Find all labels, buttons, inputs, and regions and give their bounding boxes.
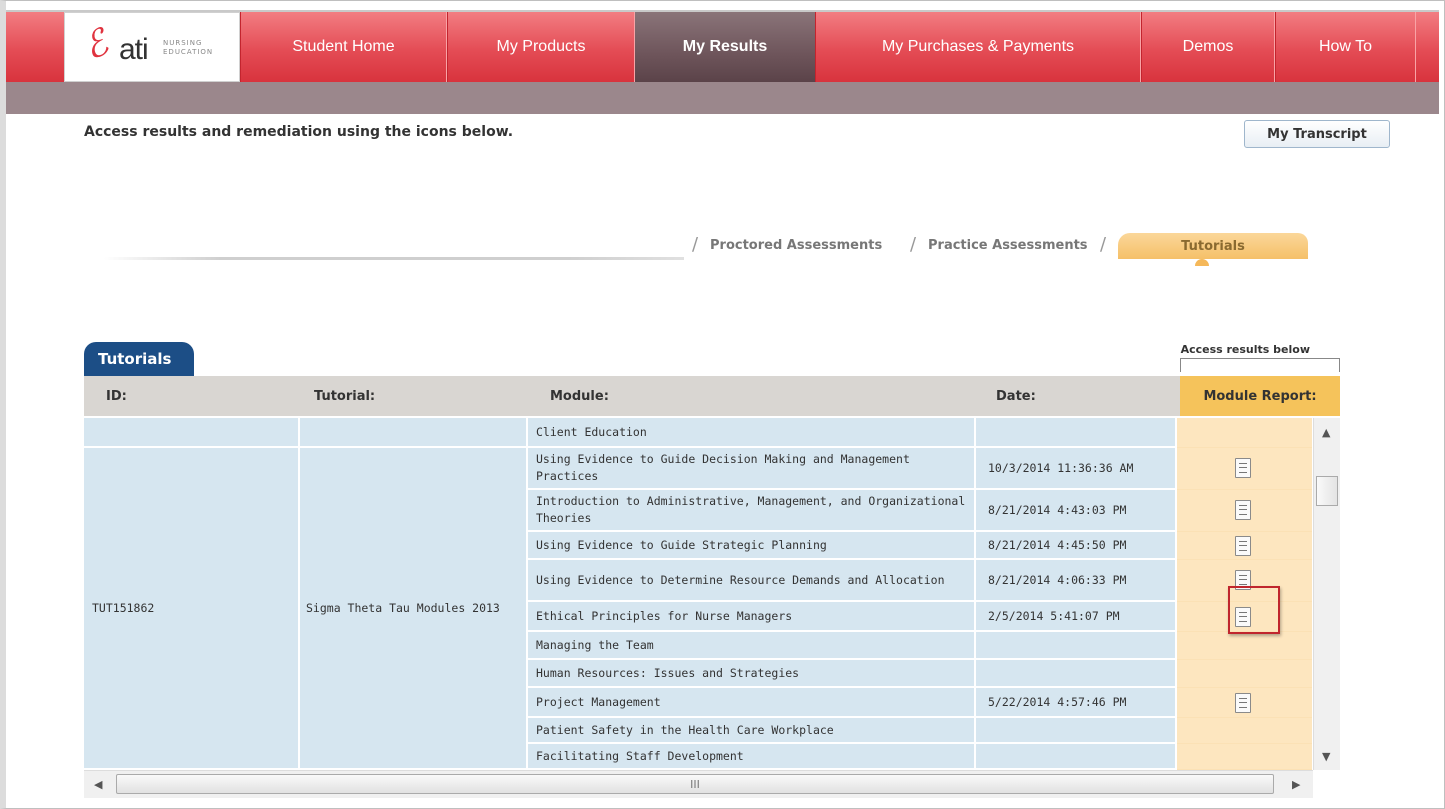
section-tab-tutorials: Tutorials — [84, 342, 194, 376]
tab-tutorials[interactable]: Tutorials — [1118, 233, 1308, 259]
tab-practice-assessments[interactable]: / Practice Assessments — [910, 232, 1088, 258]
module-report-icon[interactable] — [1235, 536, 1251, 556]
nav-demos[interactable]: Demos — [1141, 12, 1275, 82]
intro-text: Access results and remediation using the… — [84, 124, 514, 140]
access-results-note: Access results below — [1180, 343, 1310, 356]
scroll-up-icon[interactable]: ▲ — [1322, 426, 1330, 439]
nav-student-home[interactable]: Student Home — [240, 12, 447, 82]
nav-my-products[interactable]: My Products — [447, 12, 635, 82]
report-cell — [1177, 448, 1312, 490]
header-module-report: Module Report: — [1180, 376, 1340, 416]
module-cell: Using Evidence to Determine Resource Dem… — [528, 560, 976, 602]
horizontal-scroll-thumb[interactable]: III — [116, 774, 1274, 794]
date-cell: 5/22/2014 4:57:46 PM — [976, 688, 1177, 718]
module-cell: Using Evidence to Guide Strategic Planni… — [528, 532, 976, 560]
report-cell — [1177, 744, 1312, 770]
table-header: ID: Tutorial: Module: Date: Module Repor… — [84, 376, 1340, 416]
module-cell: Project Management — [528, 688, 976, 718]
date-cell — [976, 632, 1177, 660]
highlight-box — [1228, 586, 1280, 634]
scroll-left-icon[interactable]: ◀ — [94, 778, 102, 791]
module-cell: Human Resources: Issues and Strategies — [528, 660, 976, 688]
scroll-right-icon[interactable]: ▶ — [1292, 778, 1300, 791]
table-cell-id: TUT151862 — [84, 448, 300, 770]
table-cell-id-empty — [84, 418, 300, 448]
report-cell — [1177, 718, 1312, 744]
report-cell — [1177, 660, 1312, 688]
my-transcript-button[interactable]: My Transcript — [1244, 120, 1390, 148]
results-table-body: TUT151862 Sigma Theta Tau Modules 2013 C… — [84, 418, 1313, 770]
date-cell: 8/21/2014 4:43:03 PM — [976, 490, 1177, 532]
top-navigation: ℰ ati NURSING EDUCATION Student Home My … — [6, 10, 1439, 82]
nav-my-purchases-payments[interactable]: My Purchases & Payments — [815, 12, 1141, 82]
report-cell — [1177, 418, 1312, 448]
vertical-scrollbar[interactable]: ▲ ▼ — [1313, 418, 1340, 770]
date-cell — [976, 418, 1177, 448]
header-id: ID: — [106, 388, 127, 404]
sub-navigation-bar — [6, 82, 1439, 114]
date-cell — [976, 744, 1177, 770]
module-cell: Managing the Team — [528, 632, 976, 660]
header-date: Date: — [996, 388, 1036, 404]
active-tab-indicator — [1195, 259, 1209, 266]
module-report-icon[interactable] — [1235, 458, 1251, 478]
report-cell — [1177, 532, 1312, 560]
date-cell: 8/21/2014 4:45:50 PM — [976, 532, 1177, 560]
access-bracket — [1180, 358, 1340, 372]
tab-underline — [104, 257, 684, 260]
vertical-scroll-thumb[interactable] — [1316, 476, 1338, 506]
nav-my-results[interactable]: My Results — [635, 12, 815, 82]
module-report-icon[interactable] — [1235, 500, 1251, 520]
date-cell: 2/5/2014 5:41:07 PM — [976, 602, 1177, 632]
horizontal-scrollbar[interactable]: ◀ III ▶ — [84, 770, 1313, 798]
module-cell: Ethical Principles for Nurse Managers — [528, 602, 976, 632]
scroll-down-icon[interactable]: ▼ — [1322, 750, 1330, 763]
date-cell — [976, 718, 1177, 744]
report-cell — [1177, 490, 1312, 532]
header-tutorial: Tutorial: — [314, 388, 376, 404]
report-cell — [1177, 688, 1312, 718]
logo-swoosh-icon: ℰ — [77, 22, 115, 69]
table-cell-tutorial: Sigma Theta Tau Modules 2013 — [300, 448, 528, 770]
tab-proctored-assessments[interactable]: / Proctored Assessments — [692, 232, 882, 258]
tab-divider: / — [1100, 234, 1107, 255]
date-cell: 8/21/2014 4:06:33 PM — [976, 560, 1177, 602]
ati-logo[interactable]: ℰ ati NURSING EDUCATION — [64, 12, 240, 82]
header-module: Module: — [550, 388, 609, 404]
table-cell-tutorial-empty — [300, 418, 528, 448]
module-cell: Facilitating Staff Development — [528, 744, 976, 770]
date-cell — [976, 660, 1177, 688]
module-cell: Using Evidence to Guide Decision Making … — [528, 448, 976, 490]
module-cell: Patient Safety in the Health Care Workpl… — [528, 718, 976, 744]
nav-how-to[interactable]: How To — [1275, 12, 1416, 82]
logo-subtitle: NURSING EDUCATION — [163, 39, 214, 56]
module-report-icon[interactable] — [1235, 693, 1251, 713]
module-cell: Client Education — [528, 418, 976, 448]
report-cell — [1177, 632, 1312, 660]
module-cell: Introduction to Administrative, Manageme… — [528, 490, 976, 532]
date-cell: 10/3/2014 11:36:36 AM — [976, 448, 1177, 490]
logo-word: ati — [119, 33, 149, 66]
